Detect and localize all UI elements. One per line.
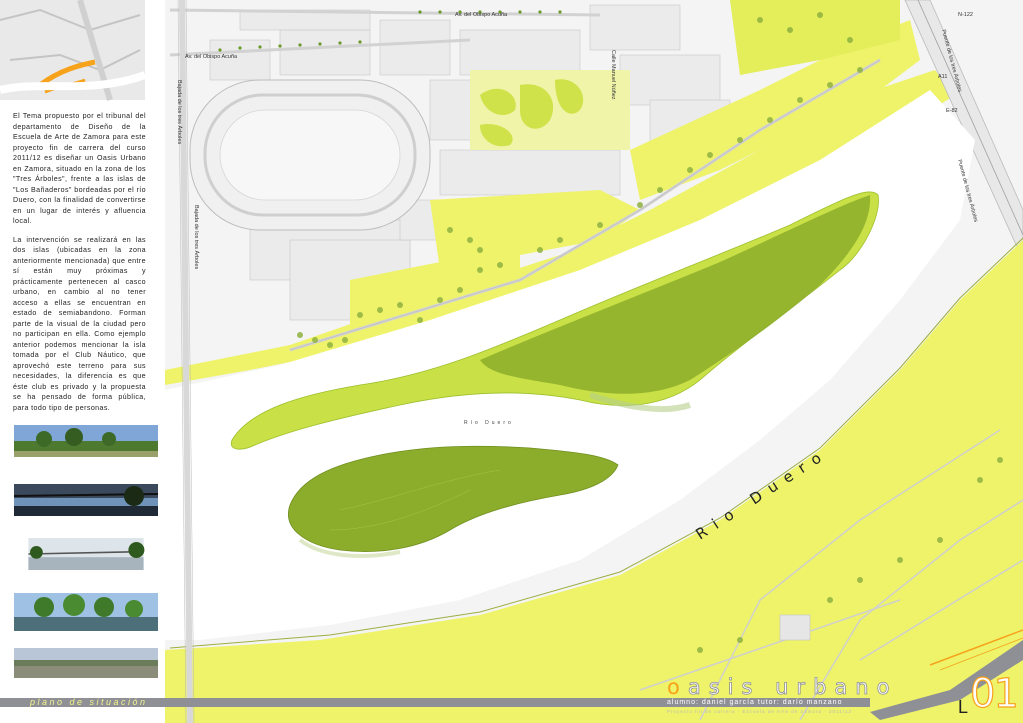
photo-riverbank xyxy=(14,425,158,457)
street-label-obispo-1: Av. del Obispo Acuña xyxy=(455,12,508,18)
street-label-bajada-2: Bajada de los tres Árboles xyxy=(193,205,200,269)
south-building xyxy=(779,614,811,641)
subcredits: Proyecto fin de carrera · Escuela de Art… xyxy=(667,709,852,714)
street-label-obispo-2: Av. del Obispo Acuña xyxy=(185,54,238,60)
intro-paragraph-2: La intervención se realizará en las dos … xyxy=(13,235,146,412)
road-label-e82: E-82 xyxy=(946,108,958,114)
sheet-letter: L xyxy=(958,697,969,717)
photo-bridge-river xyxy=(28,538,145,570)
locator-map xyxy=(0,0,147,101)
intro-text: El Tema propuesto por el tribunal del de… xyxy=(13,111,146,421)
road-label-n122: N-122 xyxy=(958,12,973,18)
sheet-number: 01 xyxy=(969,671,1019,717)
brand-title: oasis urbano xyxy=(667,675,898,699)
stadium xyxy=(189,79,431,231)
street-label-bajada-1: Bajada de los tres Árboles xyxy=(176,80,183,144)
photo-river-horizon xyxy=(14,648,158,678)
brand-rest: asis urbano xyxy=(687,675,898,699)
credits: alumno: daniel garcía tutor: darío manza… xyxy=(667,699,843,706)
river-small-label: Río Duero xyxy=(464,420,514,426)
brand-o: o xyxy=(667,675,688,699)
photo-trees-water xyxy=(14,593,158,631)
intro-paragraph-1: El Tema propuesto por el tribunal del de… xyxy=(13,112,146,225)
plan-title: plano de situación xyxy=(30,697,148,707)
road-label-a11: A11 xyxy=(938,74,947,80)
photo-bridge-sunset xyxy=(14,484,158,516)
street-label-manuel: Calle Manuel Núñez xyxy=(610,50,616,100)
